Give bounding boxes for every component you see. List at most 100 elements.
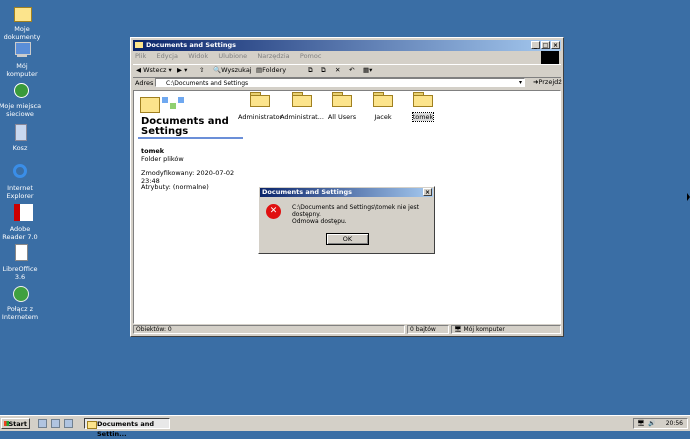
clock[interactable]: 20:56 — [666, 419, 683, 429]
desktop-icon-my-documents[interactable]: Moje dokumenty — [0, 3, 44, 41]
desktop-icon-internet-explorer[interactable]: Internet Explorer — [0, 162, 42, 200]
desktop-icon-label: Internet Explorer — [6, 184, 34, 200]
windows-logo-icon — [541, 51, 559, 64]
dropdown-arrow-icon[interactable]: ▾ — [519, 79, 522, 86]
folder-icon — [12, 3, 32, 23]
search-button[interactable]: 🔍Wyszukaj — [213, 66, 252, 74]
dialog-message: C:\Documents and Settings\tomek nie jest… — [292, 204, 420, 218]
dialog-detail: Odmowa dostępu. — [292, 218, 347, 225]
connect-internet-icon — [10, 283, 30, 303]
copy-to-icon[interactable]: ⧉ — [321, 66, 326, 75]
folder-icon — [135, 42, 143, 48]
folder-banner-icon — [140, 95, 195, 113]
dialog-titlebar[interactable]: Documents and Settings × — [260, 188, 433, 197]
desktop-icon-label: Kosz — [12, 144, 28, 152]
taskbar-window-button[interactable]: Documents and Settin... — [84, 418, 170, 438]
error-icon: ✕ — [266, 204, 281, 219]
menu-view[interactable]: Widok — [188, 52, 208, 60]
folder-icon — [332, 92, 352, 107]
move-to-icon[interactable]: ⧉ — [308, 66, 313, 75]
pane-divider — [138, 137, 243, 139]
desktop-icon-network-places[interactable]: Moje miejsca sieciowe — [0, 80, 42, 118]
address-bar: Adres C:\Documents and Settings ▾ ➜Przej… — [133, 77, 562, 89]
start-button[interactable]: Start — [1, 418, 30, 429]
go-label: Przejdź — [538, 78, 562, 86]
go-button[interactable]: ➜Przejdź — [533, 78, 562, 86]
folder-label: Administrator — [238, 113, 283, 121]
selected-attributes: Atrybuty: (normalne) — [141, 183, 209, 191]
folder-item-tomek[interactable]: tomek — [401, 92, 445, 122]
forward-button[interactable]: ▶ ▾ — [177, 66, 187, 74]
explorer-quicklaunch-icon[interactable] — [64, 419, 73, 428]
internet-explorer-icon — [10, 162, 30, 182]
folder-label: Administrat... — [280, 113, 324, 121]
desktop-icon-label: Mój komputer — [6, 62, 38, 78]
start-label: Start — [8, 420, 28, 428]
address-label: Adres — [135, 79, 154, 87]
address-input[interactable]: C:\Documents and Settings — [155, 78, 525, 87]
undo-icon[interactable]: ↶ — [349, 66, 354, 74]
dialog-title: Documents and Settings — [262, 188, 353, 196]
toolbar: ◀ Wstecz ▾ ▶ ▾ ⇧ 🔍Wyszukaj ▤Foldery ⧉ ⧉ … — [133, 64, 561, 78]
system-tray: 🖥 🔊 20:56 — [633, 418, 688, 429]
desktop-icon-label: Adobe Reader 7.0 — [2, 225, 38, 241]
folder-icon — [413, 92, 433, 107]
tray-icon[interactable]: 🖥 — [637, 419, 645, 429]
folder-label: All Users — [327, 113, 357, 121]
status-location: 🖥 Mój komputer — [451, 325, 561, 334]
computer-icon — [12, 40, 32, 60]
folders-button[interactable]: ▤Foldery — [256, 66, 286, 74]
folder-icon — [373, 92, 393, 107]
desktop-icon-label: Moje dokumenty — [3, 25, 41, 41]
dialog-close-button[interactable]: × — [423, 188, 432, 196]
close-button[interactable]: × — [551, 41, 560, 49]
folder-label: tomek — [411, 112, 435, 122]
status-objects: Obiektów: 0 — [133, 325, 405, 334]
desktop-icon-connect-internet[interactable]: Połącz z Internetem — [0, 283, 42, 321]
desktop-icon-my-computer[interactable]: Mój komputer — [0, 40, 44, 78]
libreoffice-icon — [10, 243, 30, 263]
folder-item-administrator-2[interactable]: Administrat... — [280, 92, 324, 121]
back-button[interactable]: ◀ Wstecz ▾ — [136, 66, 172, 74]
recycle-bin-icon — [10, 122, 30, 142]
minimize-button[interactable]: _ — [531, 41, 540, 49]
selected-type: Folder plików — [141, 155, 184, 163]
menu-edit[interactable]: Edycja — [157, 52, 178, 60]
maximize-button[interactable]: □ — [541, 41, 550, 49]
folders-label: Foldery — [262, 66, 287, 74]
menu-help[interactable]: Pomoc — [300, 52, 322, 60]
ie-quicklaunch-icon[interactable] — [51, 419, 60, 428]
views-icon[interactable]: ▦▾ — [363, 66, 372, 74]
status-bar: Obiektów: 0 0 bajtów 🖥 Mój komputer — [133, 325, 561, 335]
window-title: Documents and Settings — [146, 41, 237, 49]
ok-button[interactable]: OK — [326, 233, 369, 245]
delete-icon[interactable]: ✕ — [335, 66, 340, 74]
error-dialog[interactable]: Documents and Settings × ✕ C:\Documents … — [258, 186, 435, 254]
computer-icon: 🖥 — [454, 326, 462, 333]
window-titlebar[interactable]: Documents and Settings _ □ × — [133, 40, 561, 51]
taskbar: Start Documents and Settin... 🖥 🔊 20:56 — [0, 415, 690, 438]
folder-icon — [87, 421, 97, 429]
folder-item-administrator[interactable]: Administrator — [238, 92, 282, 121]
folder-item-jacek[interactable]: Jacek — [361, 92, 405, 121]
desktop-icon-libreoffice[interactable]: LibreOffice 3.6 — [0, 243, 42, 281]
desktop-icon-recycle-bin[interactable]: Kosz — [0, 122, 42, 152]
menu-tools[interactable]: Narzędzia — [257, 52, 289, 60]
volume-icon[interactable]: 🔊 — [648, 419, 655, 429]
windows-flag-icon — [4, 421, 9, 426]
taskbar-window-label: Documents and Settin... — [97, 420, 155, 438]
desktop-icon-adobe-reader[interactable]: Adobe Reader 7.0 — [0, 203, 42, 241]
menu-favorites[interactable]: Ulubione — [218, 52, 247, 60]
menu-file[interactable]: Plik — [135, 52, 146, 60]
menu-bar: Plik Edycja Widok Ulubione Narzędzia Pom… — [135, 52, 559, 62]
folder-label: Jacek — [374, 113, 392, 121]
status-size: 0 bajtów — [407, 325, 449, 334]
details-pane: Documents and Settings tomek Folder plik… — [134, 91, 246, 323]
desktop-icon-label: Połącz z Internetem — [1, 305, 39, 321]
folder-item-all-users[interactable]: All Users — [320, 92, 364, 121]
adobe-reader-icon — [10, 203, 33, 223]
desktop-icon-label: LibreOffice 3.6 — [2, 265, 38, 281]
pane-folder-title: Documents and Settings — [141, 116, 229, 137]
show-desktop-icon[interactable] — [38, 419, 47, 428]
up-button[interactable]: ⇧ — [199, 66, 204, 74]
